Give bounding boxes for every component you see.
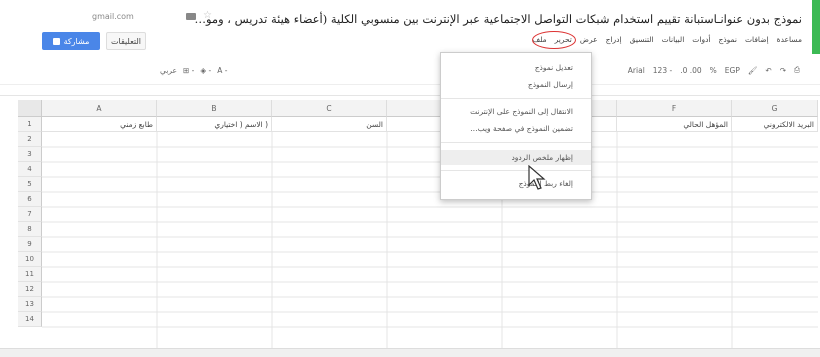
print-icon[interactable]: ⎙ <box>794 65 800 75</box>
column-header-f[interactable]: F <box>617 100 732 117</box>
grid-corner[interactable] <box>18 100 42 117</box>
side-strip <box>812 0 820 54</box>
row-header[interactable]: 12 <box>18 282 42 297</box>
row-header[interactable]: 9 <box>18 237 42 252</box>
menu-tools[interactable]: أدوات <box>692 35 710 44</box>
cell-b1[interactable]: ( الاسم ( اختياري <box>157 117 272 132</box>
row-header[interactable]: 4 <box>18 162 42 177</box>
menu-form[interactable]: نموذج <box>719 35 737 44</box>
paint-format-icon[interactable]: 🖌 <box>748 66 758 75</box>
menu-item-embed[interactable]: تضمين النموذج في صفحة ويب… <box>470 124 573 133</box>
menu-divider <box>441 170 591 171</box>
menu-divider <box>441 98 591 99</box>
mouse-cursor-icon <box>528 165 546 190</box>
row-header[interactable]: 11 <box>18 267 42 282</box>
row-header[interactable]: 13 <box>18 297 42 312</box>
menu-data[interactable]: البيانات <box>662 35 685 44</box>
menu-divider <box>441 142 591 143</box>
font-name-select[interactable]: عربي <box>160 66 177 75</box>
row-header[interactable]: 6 <box>18 192 42 207</box>
share-button[interactable]: مشاركة <box>42 32 100 50</box>
highlight-circle <box>532 31 576 49</box>
comments-button[interactable]: التعليقات <box>106 32 146 50</box>
menu-item-show-summary[interactable]: إظهار ملخص الردود <box>511 153 573 162</box>
menu-insert[interactable]: إدراج <box>606 35 622 44</box>
menu-help[interactable]: مساعدة <box>777 35 802 44</box>
column-header-a[interactable]: A <box>42 100 157 117</box>
menu-item-edit-form[interactable]: تعديل نموذج <box>535 63 573 72</box>
row-header[interactable]: 8 <box>18 222 42 237</box>
text-color-icon[interactable]: A - <box>217 66 227 75</box>
row-header[interactable]: 3 <box>18 147 42 162</box>
font-select[interactable]: Arial <box>628 66 645 75</box>
menu-format[interactable]: التنسيق <box>630 35 654 44</box>
sheet-tabs-bar[interactable] <box>0 348 820 357</box>
account-email[interactable]: gmail.com <box>92 12 134 21</box>
row-header[interactable]: 1 <box>18 117 42 132</box>
cell-c1[interactable]: السن <box>272 117 387 132</box>
menu-view[interactable]: عرض <box>580 35 598 44</box>
spreadsheet-grid: A B C D E F G 1 2 3 4 5 6 7 8 9 10 11 12… <box>18 100 818 350</box>
column-header-c[interactable]: C <box>272 100 387 117</box>
formula-bar[interactable] <box>0 84 820 96</box>
row-header[interactable]: 14 <box>18 312 42 327</box>
cell-g1[interactable]: البريد الالكتروني <box>732 117 818 132</box>
row-header[interactable]: 2 <box>18 132 42 147</box>
cell-f1[interactable]: المؤهل الحالي <box>617 117 732 132</box>
top-header: gmail.com مشاركة التعليقات ☆ نموذج بدون … <box>0 0 820 54</box>
undo-icon[interactable]: ↶ <box>765 66 771 75</box>
column-header-g[interactable]: G <box>732 100 818 117</box>
decimal-buttons[interactable]: .0 .00 <box>680 66 701 75</box>
row-header[interactable]: 10 <box>18 252 42 267</box>
lock-icon <box>52 37 60 45</box>
row-header[interactable]: 7 <box>18 207 42 222</box>
menu-addons[interactable]: إضافات <box>745 35 769 44</box>
form-menu-dropdown: تعديل نموذج إرسال النموذج الانتقال إلى ا… <box>440 52 592 200</box>
column-header-b[interactable]: B <box>157 100 272 117</box>
fill-color-icon[interactable]: ◈ - <box>200 66 211 75</box>
menu-item-go-live[interactable]: الانتقال إلى النموذج على الإنترنت <box>470 107 573 116</box>
cell-a1[interactable]: طابع زمني <box>42 117 157 132</box>
borders-icon[interactable]: ⊞ - <box>183 66 194 75</box>
menu-item-send-form[interactable]: إرسال النموذج <box>528 80 573 89</box>
grid-lines <box>42 132 818 348</box>
share-label: مشاركة <box>63 36 90 46</box>
percent-button[interactable]: % <box>710 66 717 75</box>
number-format[interactable]: 123 - <box>653 66 672 75</box>
redo-icon[interactable]: ↷ <box>780 66 786 75</box>
row-header[interactable]: 5 <box>18 177 42 192</box>
currency-button[interactable]: EGP <box>725 66 740 75</box>
document-title[interactable]: نموذج بدون عنوانـاستبانة تقييم استخدام ش… <box>194 12 802 26</box>
